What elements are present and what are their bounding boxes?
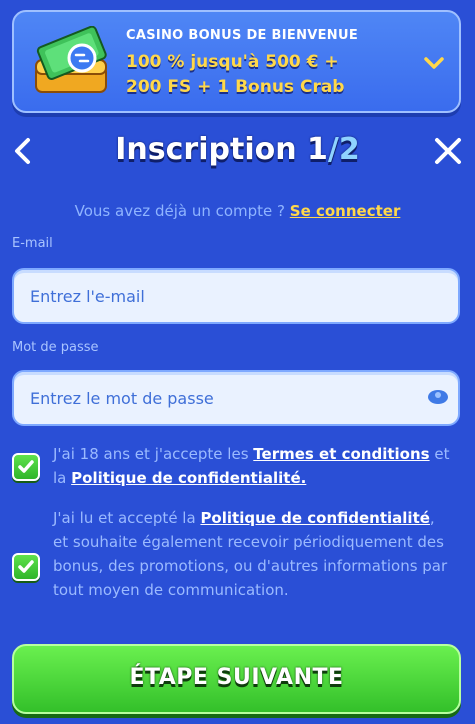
marketing-consent-text: J'ai lu et accepté la Politique de confi… [53,506,453,602]
page-step-indicator: /2 [327,132,360,167]
login-prompt-text: Vous avez déjà un compte ? [74,202,290,220]
page-title-text: Inscription 1 [115,132,328,167]
bonus-offer-line-2: 200 FS + 1 Bonus Crab [126,77,345,97]
terms-checkbox[interactable] [12,453,40,481]
login-link[interactable]: Se connecter [290,202,401,220]
bonus-banner[interactable]: CASINO BONUS DE BIENVENUE 100 % jusqu'à … [12,10,461,113]
close-icon[interactable] [433,134,463,168]
checkmark-icon [18,560,34,573]
password-label: Mot de passe [12,340,99,355]
marketing-checkbox[interactable] [12,553,40,581]
terms-link[interactable]: Termes et conditions [253,445,429,463]
consent-text: J'ai lu et accepté la [53,509,201,527]
privacy-policy-link[interactable]: Politique de confidentialité. [71,469,306,487]
eye-icon[interactable] [427,389,449,405]
email-label: E-mail [12,236,53,251]
email-field[interactable] [12,268,460,324]
privacy-policy-link[interactable]: Politique de confidentialité [200,509,429,527]
next-step-button[interactable]: ÉTAPE SUIVANTE [12,644,461,714]
bonus-title: CASINO BONUS DE BIENVENUE [126,28,359,43]
bonus-offer-line-1: 100 % jusqu'à 500 € + [126,52,339,72]
terms-consent-text: J'ai 18 ans et j'accepte les Termes et c… [53,442,453,490]
chevron-down-icon[interactable] [423,54,445,72]
page-title: Inscription 1/2 [0,132,475,167]
money-stack-icon [35,26,107,93]
checkmark-icon [18,460,34,473]
login-prompt: Vous avez déjà un compte ? Se connecter [0,202,475,220]
consent-text: J'ai 18 ans et j'accepte les [53,445,254,463]
password-field[interactable] [12,370,460,426]
